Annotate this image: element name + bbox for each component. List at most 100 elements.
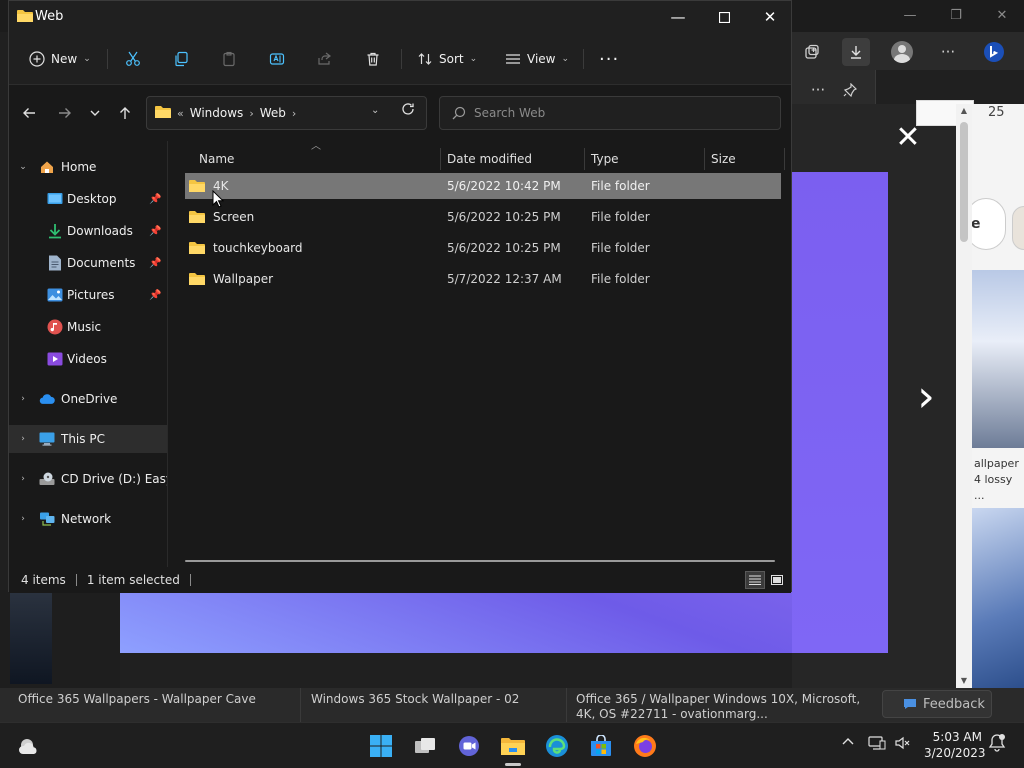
bing-icon[interactable] [980, 38, 1008, 66]
volume-muted-icon[interactable] [894, 735, 910, 754]
copy-button[interactable] [173, 45, 189, 73]
flyout-more-icon[interactable]: ··· [804, 76, 832, 104]
store-icon[interactable] [586, 731, 616, 761]
feedback-button[interactable]: Feedback [882, 690, 992, 718]
next-image-chevron-icon[interactable]: › [908, 372, 944, 422]
caption-item[interactable]: Windows 365 Stock Wallpaper - 02 [311, 692, 565, 707]
sidebar-item-onedrive[interactable]: › OneDrive [9, 385, 167, 413]
pane-splitter[interactable] [167, 141, 168, 567]
column-header-type[interactable]: Type [591, 146, 619, 172]
chevron-right-icon[interactable]: › [249, 107, 253, 120]
new-button[interactable]: New ⌄ [29, 45, 91, 73]
table-row[interactable]: touchkeyboard 5/6/2022 10:25 PM File fol… [185, 235, 781, 261]
caption-item[interactable]: Office 365 Wallpapers - Wallpaper Cave [18, 692, 298, 707]
chevron-down-icon[interactable]: ⌄ [17, 162, 29, 172]
breadcrumb-web[interactable]: Web [260, 106, 286, 120]
column-divider[interactable] [440, 148, 441, 170]
collections-icon[interactable] [798, 38, 826, 66]
weather-icon[interactable] [14, 731, 44, 761]
column-divider[interactable] [784, 148, 785, 170]
breadcrumb-overflow[interactable]: « [177, 107, 184, 120]
file-explorer-icon[interactable] [498, 731, 528, 761]
notification-icon[interactable] [988, 733, 1006, 756]
chevron-right-icon[interactable]: › [17, 514, 29, 524]
sidebar-item-desktop[interactable]: Desktop 📌 [9, 185, 167, 213]
filter-pill-image[interactable] [1012, 206, 1024, 250]
recent-locations-button[interactable] [83, 101, 107, 125]
start-icon[interactable] [366, 731, 396, 761]
sidebar-item-pictures[interactable]: Pictures 📌 [9, 281, 167, 309]
paste-button[interactable] [221, 45, 237, 73]
breadcrumb-windows[interactable]: Windows [190, 106, 244, 120]
system-clock[interactable]: 5:03 AM 3/20/2023 [924, 729, 986, 761]
column-divider[interactable] [704, 148, 705, 170]
side-result-caption[interactable]: allpaper 4 lossy ... [974, 456, 1024, 504]
sidebar-item-downloads[interactable]: Downloads 📌 [9, 217, 167, 245]
address-bar[interactable]: « Windows › Web › [146, 96, 427, 130]
sidebar-item-music[interactable]: Music [9, 313, 167, 341]
column-header-name[interactable]: Name [199, 146, 234, 172]
sidebar-item-this-pc[interactable]: › This PC [9, 425, 167, 453]
side-result-image-2[interactable] [972, 508, 1024, 688]
details-view-icon[interactable] [745, 571, 765, 589]
viewer-scrollbar[interactable]: ▲ ▼ [956, 104, 972, 688]
pin-icon[interactable]: 📌 [149, 290, 161, 301]
minimize-button[interactable]: — [655, 1, 701, 33]
downloads-icon[interactable] [842, 38, 870, 66]
share-button[interactable] [317, 45, 333, 73]
cut-button[interactable] [125, 45, 141, 73]
view-button[interactable]: View ⌄ [505, 45, 569, 73]
chevron-right-icon[interactable]: › [292, 107, 296, 120]
delete-button[interactable] [365, 45, 381, 73]
profile-avatar[interactable] [888, 38, 916, 66]
column-divider[interactable] [584, 148, 585, 170]
scroll-down-icon[interactable]: ▼ [956, 674, 972, 688]
pin-icon[interactable]: 📌 [149, 194, 161, 205]
search-input[interactable] [474, 106, 774, 120]
sidebar-item-cd-drive[interactable]: › CD Drive (D:) EasyKMS [9, 465, 167, 493]
filter-pill[interactable]: e [966, 198, 1006, 250]
chevron-right-icon[interactable]: › [17, 474, 29, 484]
horizontal-scrollbar[interactable] [185, 560, 775, 562]
up-button[interactable] [113, 101, 137, 125]
sidebar-item-videos[interactable]: Videos [9, 345, 167, 373]
browser-restore-button[interactable]: ❐ [942, 6, 970, 26]
browser-more-icon[interactable]: ··· [934, 38, 962, 66]
sidebar-item-home[interactable]: ⌄ Home [9, 153, 167, 181]
sidebar-item-documents[interactable]: Documents 📌 [9, 249, 167, 277]
scrollbar-thumb[interactable] [960, 122, 968, 242]
search-box[interactable] [439, 96, 781, 130]
maximize-button[interactable] [701, 1, 747, 33]
flyout-pin-icon[interactable] [836, 76, 864, 104]
show-hidden-icons-chevron-icon[interactable] [842, 735, 854, 749]
pin-icon[interactable]: 📌 [149, 258, 161, 269]
tiles-view-icon[interactable] [767, 571, 787, 589]
network-status-icon[interactable] [868, 735, 886, 754]
sort-button[interactable]: Sort ⌄ [417, 45, 477, 73]
close-button[interactable]: ✕ [747, 1, 793, 33]
side-result-image[interactable] [972, 270, 1024, 448]
explorer-title-bar[interactable]: Web — ✕ [9, 1, 791, 33]
browser-close-button[interactable]: ✕ [988, 6, 1016, 26]
column-header-date-modified[interactable]: Date modified [447, 146, 532, 172]
scroll-up-icon[interactable]: ▲ [956, 104, 972, 118]
table-row[interactable]: Wallpaper 5/7/2022 12:37 AM File folder [185, 266, 781, 292]
column-header-size[interactable]: Size [711, 146, 736, 172]
forward-button[interactable] [53, 101, 77, 125]
chevron-right-icon[interactable]: › [17, 434, 29, 444]
chevron-right-icon[interactable]: › [17, 394, 29, 404]
see-more-button[interactable]: ··· [599, 45, 619, 73]
pin-icon[interactable]: 📌 [149, 226, 161, 237]
edge-icon[interactable] [542, 731, 572, 761]
back-button[interactable] [17, 101, 41, 125]
chat-icon[interactable] [454, 731, 484, 761]
sidebar-item-network[interactable]: › Network [9, 505, 167, 533]
rename-button[interactable] [269, 45, 285, 73]
refresh-icon[interactable] [401, 102, 415, 120]
table-row[interactable]: 4K 5/6/2022 10:42 PM File folder [185, 173, 781, 199]
caption-item[interactable]: Office 365 / Wallpaper Windows 10X, Micr… [576, 692, 876, 722]
task-view-icon[interactable] [410, 731, 440, 761]
viewer-close-icon[interactable]: ✕ [892, 122, 924, 154]
browser-minimize-button[interactable]: — [896, 6, 924, 26]
table-row[interactable]: Screen 5/6/2022 10:25 PM File folder [185, 204, 781, 230]
